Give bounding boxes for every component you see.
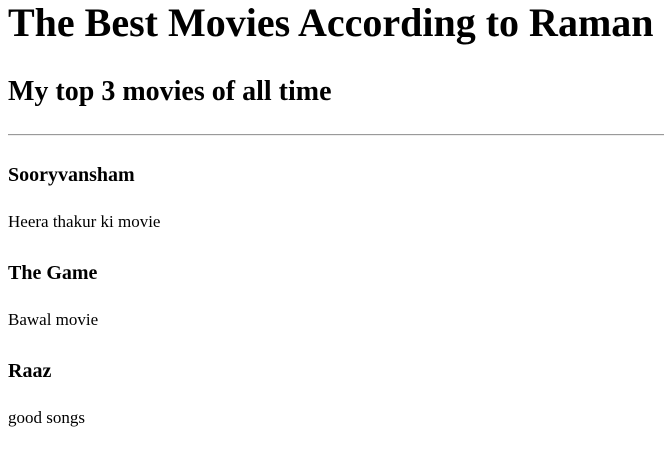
movie-title-sooryvansham: Sooryvansham bbox=[8, 164, 135, 186]
divider bbox=[8, 134, 664, 136]
page-subtitle: My top 3 movies of all time bbox=[8, 76, 332, 107]
page: The Best Movies According to Raman My to… bbox=[0, 0, 664, 475]
movie-description-sooryvansham: Heera thakur ki movie bbox=[8, 212, 161, 231]
movie-title-raaz: Raaz bbox=[8, 360, 52, 382]
movie-description-the-game: Bawal movie bbox=[8, 310, 99, 329]
movie-description-raaz: good songs bbox=[8, 408, 85, 427]
movie-title-the-game: The Game bbox=[8, 262, 98, 284]
page-title: The Best Movies According to Raman bbox=[8, 0, 654, 45]
